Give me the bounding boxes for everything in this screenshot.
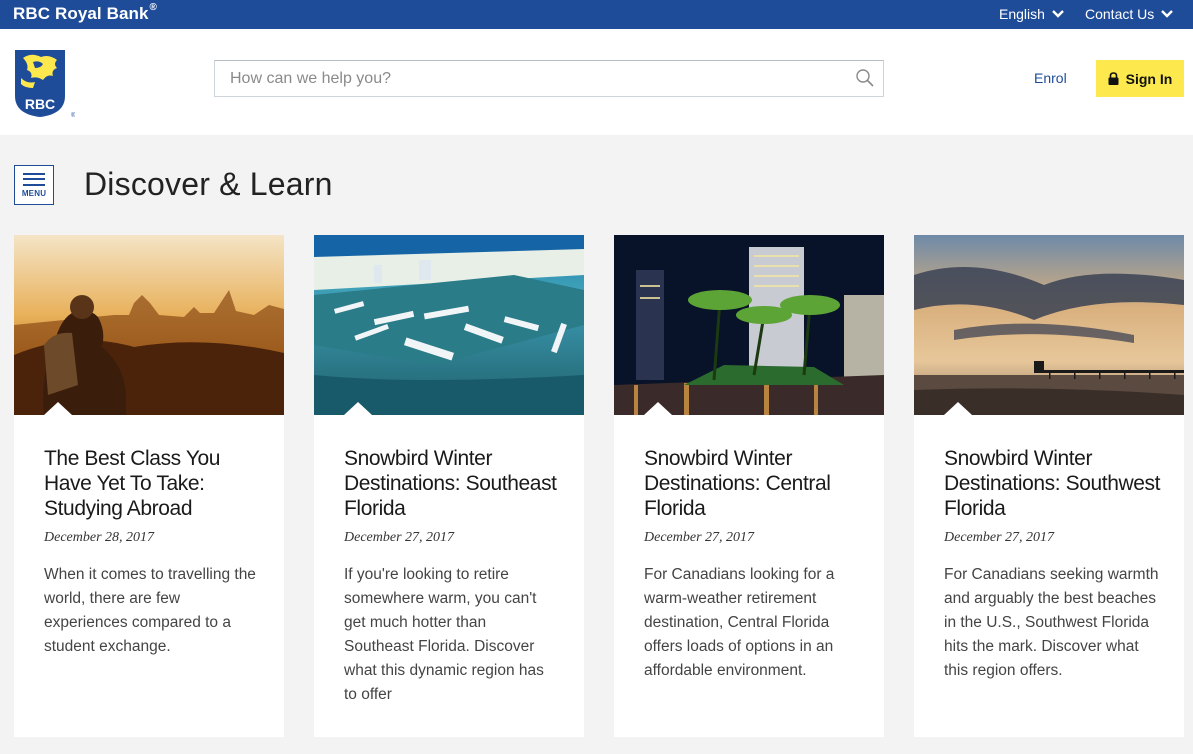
contact-us-dropdown[interactable]: Contact Us (1085, 6, 1174, 22)
svg-text:®: ® (71, 112, 75, 118)
chevron-down-icon (1161, 10, 1174, 18)
rbc-logo[interactable]: RBC ® (13, 48, 75, 118)
card-pointer (644, 402, 672, 415)
card-pointer (44, 402, 72, 415)
card-title[interactable]: Snowbird Winter Destinations: Central Fl… (644, 446, 864, 521)
article-card[interactable]: The Best Class You Have Yet To Take: Stu… (14, 235, 284, 737)
top-bar: RBC Royal Bank® English Contact Us (0, 0, 1193, 29)
search-input[interactable] (215, 61, 845, 96)
hamburger-icon (23, 172, 45, 186)
card-date: December 27, 2017 (344, 530, 455, 545)
card-date: December 27, 2017 (944, 530, 1055, 545)
page-title: Discover & Learn (84, 166, 333, 202)
article-image-southwest-florida[interactable] (914, 235, 1184, 415)
article-card[interactable]: Snowbird Winter Destinations: Central Fl… (614, 235, 884, 737)
menu-button[interactable]: MENU (14, 165, 54, 205)
card-title[interactable]: Snowbird Winter Destinations: Southeast … (344, 446, 564, 521)
night-city-palms-image (614, 235, 884, 415)
card-date: December 27, 2017 (644, 530, 755, 545)
card-pointer (344, 402, 372, 415)
article-image-southeast-florida[interactable] (314, 235, 584, 415)
lock-icon (1108, 72, 1119, 85)
language-label: English (999, 6, 1045, 22)
search-icon[interactable] (855, 68, 875, 88)
article-image-studying-abroad[interactable] (14, 235, 284, 415)
site-header: RBC ® Enrol Sign In (0, 29, 1193, 135)
pier-sunset-image (914, 235, 1184, 415)
article-image-central-florida[interactable] (614, 235, 884, 415)
card-title[interactable]: The Best Class You Have Yet To Take: Stu… (44, 446, 264, 521)
card-pointer (944, 402, 972, 415)
card-description: If you're looking to retire somewhere wa… (344, 566, 544, 703)
contact-label: Contact Us (1085, 6, 1155, 22)
article-card[interactable]: Snowbird Winter Destinations: Southwest … (914, 235, 1184, 737)
brand-text: RBC Royal Bank (13, 4, 149, 23)
sunset-temples-image (14, 235, 284, 415)
sign-in-label: Sign In (1125, 70, 1173, 87)
article-card[interactable]: Snowbird Winter Destinations: Southeast … (314, 235, 584, 737)
card-title[interactable]: Snowbird Winter Destinations: Southwest … (944, 446, 1164, 521)
card-description: When it comes to travelling the world, t… (44, 566, 256, 655)
menu-label: MENU (21, 188, 47, 198)
language-selector[interactable]: English (999, 6, 1065, 22)
chevron-down-icon (1052, 10, 1064, 18)
sign-in-button[interactable]: Sign In (1096, 60, 1184, 97)
card-description: For Canadians seeking warmth and arguabl… (944, 566, 1159, 679)
card-description: For Canadians looking for a warm-weather… (644, 566, 835, 679)
logo-text: RBC (25, 96, 55, 112)
enrol-link[interactable]: Enrol (1034, 70, 1067, 86)
brand-name[interactable]: RBC Royal Bank® (13, 2, 158, 24)
registered-mark: ® (149, 2, 158, 14)
search-box (214, 60, 884, 97)
card-date: December 28, 2017 (44, 530, 155, 545)
marina-image (314, 235, 584, 415)
